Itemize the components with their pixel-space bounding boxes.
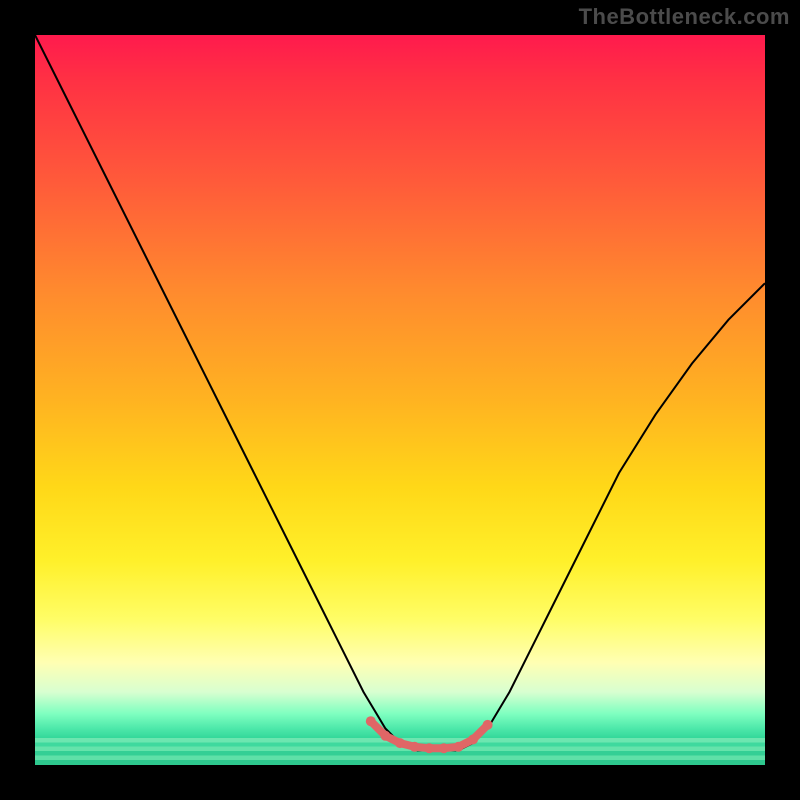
optimal-range-dot — [439, 743, 449, 753]
chart-frame: TheBottleneck.com — [0, 0, 800, 800]
optimal-range-dot — [366, 716, 376, 726]
optimal-range-dots — [366, 716, 493, 753]
optimal-range-dot — [410, 742, 420, 752]
plot-area — [35, 35, 765, 765]
bottleneck-curve-path — [35, 35, 765, 750]
optimal-range-dot — [380, 731, 390, 741]
optimal-range-dot — [483, 720, 493, 730]
optimal-range-dot — [453, 742, 463, 752]
chart-svg — [35, 35, 765, 765]
optimal-range-dot — [424, 743, 434, 753]
optimal-range-dot — [468, 735, 478, 745]
watermark-text: TheBottleneck.com — [579, 4, 790, 30]
optimal-range-dot — [395, 738, 405, 748]
